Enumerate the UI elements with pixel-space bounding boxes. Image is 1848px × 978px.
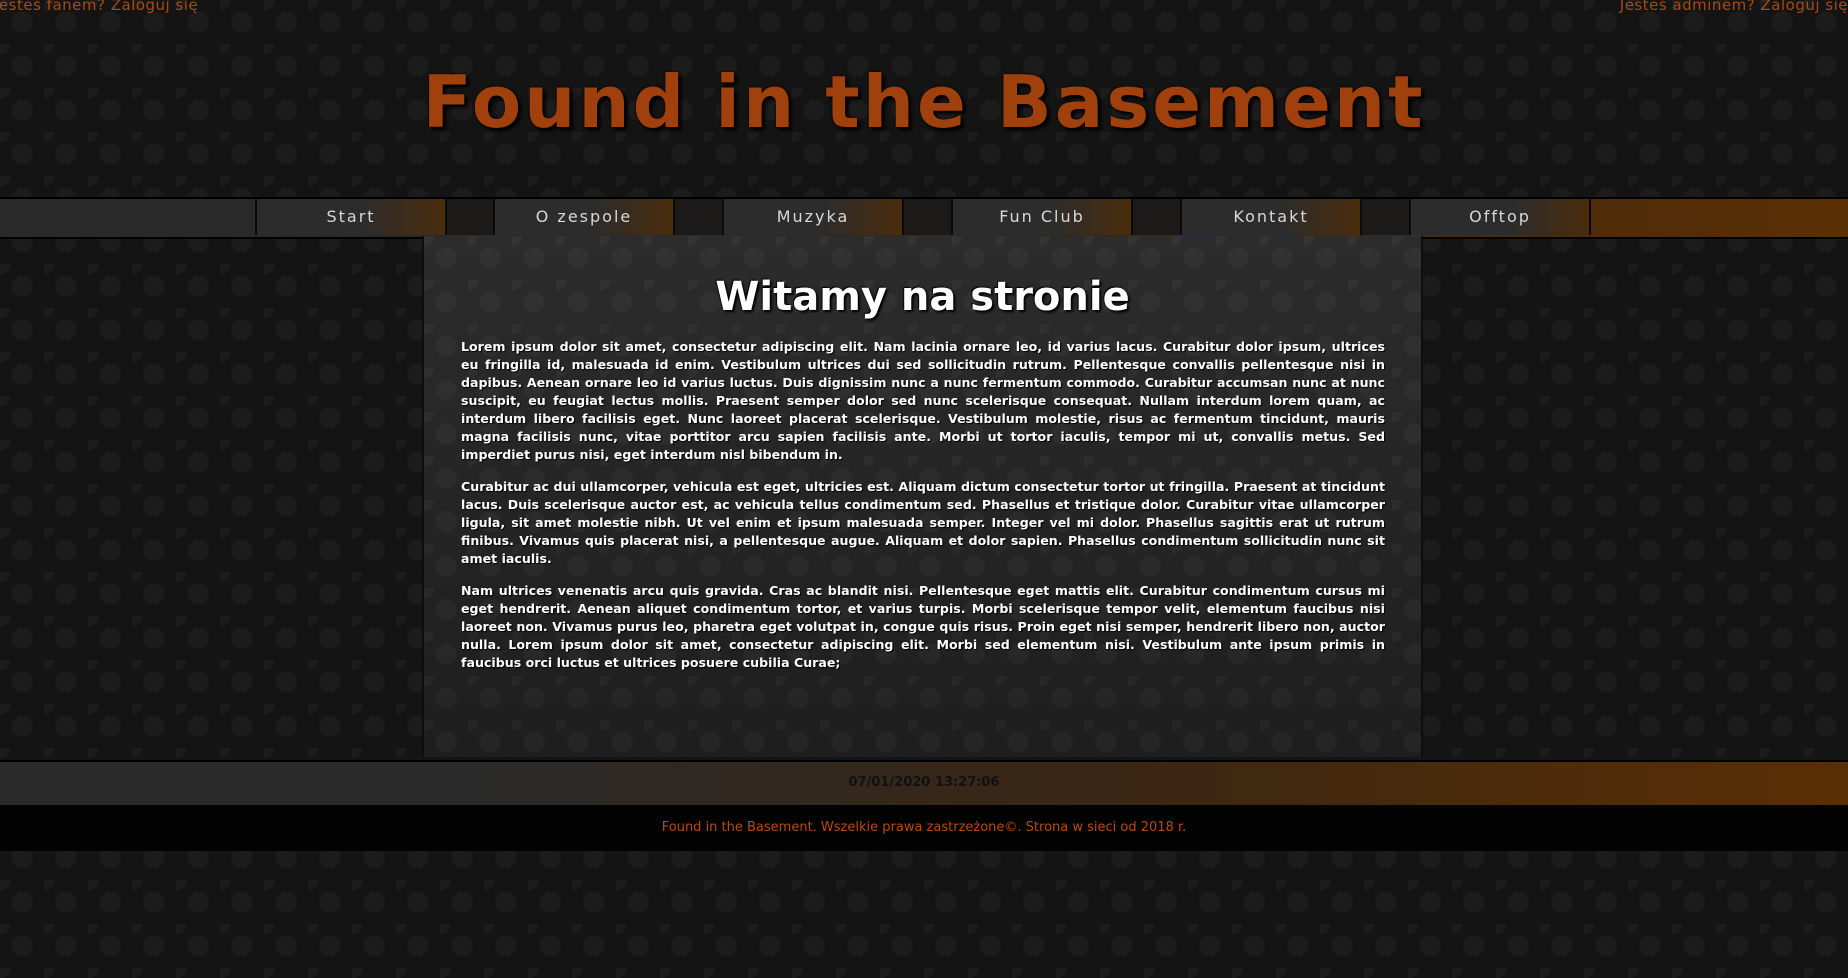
- nav-separator: [904, 199, 951, 235]
- page-heading: Witamy na stronie: [715, 274, 1130, 320]
- footer-copyright: Found in the Basement. Wszelkie prawa za…: [661, 820, 1187, 835]
- site-title: Found in the Basement: [422, 60, 1426, 144]
- nav-item-fun-club[interactable]: Fun Club: [951, 199, 1133, 235]
- fan-login-link[interactable]: Jesteś fanem? Zaloguj się: [0, 0, 198, 14]
- main-content: Witamy na stronie Lorem ipsum dolor sit …: [422, 236, 1423, 757]
- nav-item-kontakt[interactable]: Kontakt: [1180, 199, 1362, 235]
- main-nav: Start O zespole Muzyka Fun Club Kontakt …: [0, 197, 1848, 239]
- nav-item-start[interactable]: Start: [255, 199, 447, 235]
- content-paragraph: Nam ultrices venenatis arcu quis gravida…: [461, 583, 1385, 670]
- nav-separator: [447, 199, 493, 235]
- content-paragraph: Curabitur ac dui ullamcorper, vehicula e…: [461, 479, 1385, 566]
- nav-item-muzyka[interactable]: Muzyka: [722, 199, 904, 235]
- admin-login-link[interactable]: Jesteś adminem? Zaloguj się: [1620, 0, 1848, 14]
- nav-item-o-zespole[interactable]: O zespole: [493, 199, 675, 235]
- nav-item-offtop[interactable]: Offtop: [1409, 199, 1591, 235]
- current-datetime: 07/01/2020 13:27:06: [848, 775, 1000, 790]
- content-paragraph: Lorem ipsum dolor sit amet, consectetur …: [461, 339, 1385, 462]
- datetime-bar: 07/01/2020 13:27:06: [0, 760, 1848, 806]
- footer: Found in the Basement. Wszelkie prawa za…: [0, 805, 1848, 851]
- nav-separator: [675, 199, 722, 235]
- nav-separator: [1362, 199, 1409, 235]
- nav-separator: [1133, 199, 1180, 235]
